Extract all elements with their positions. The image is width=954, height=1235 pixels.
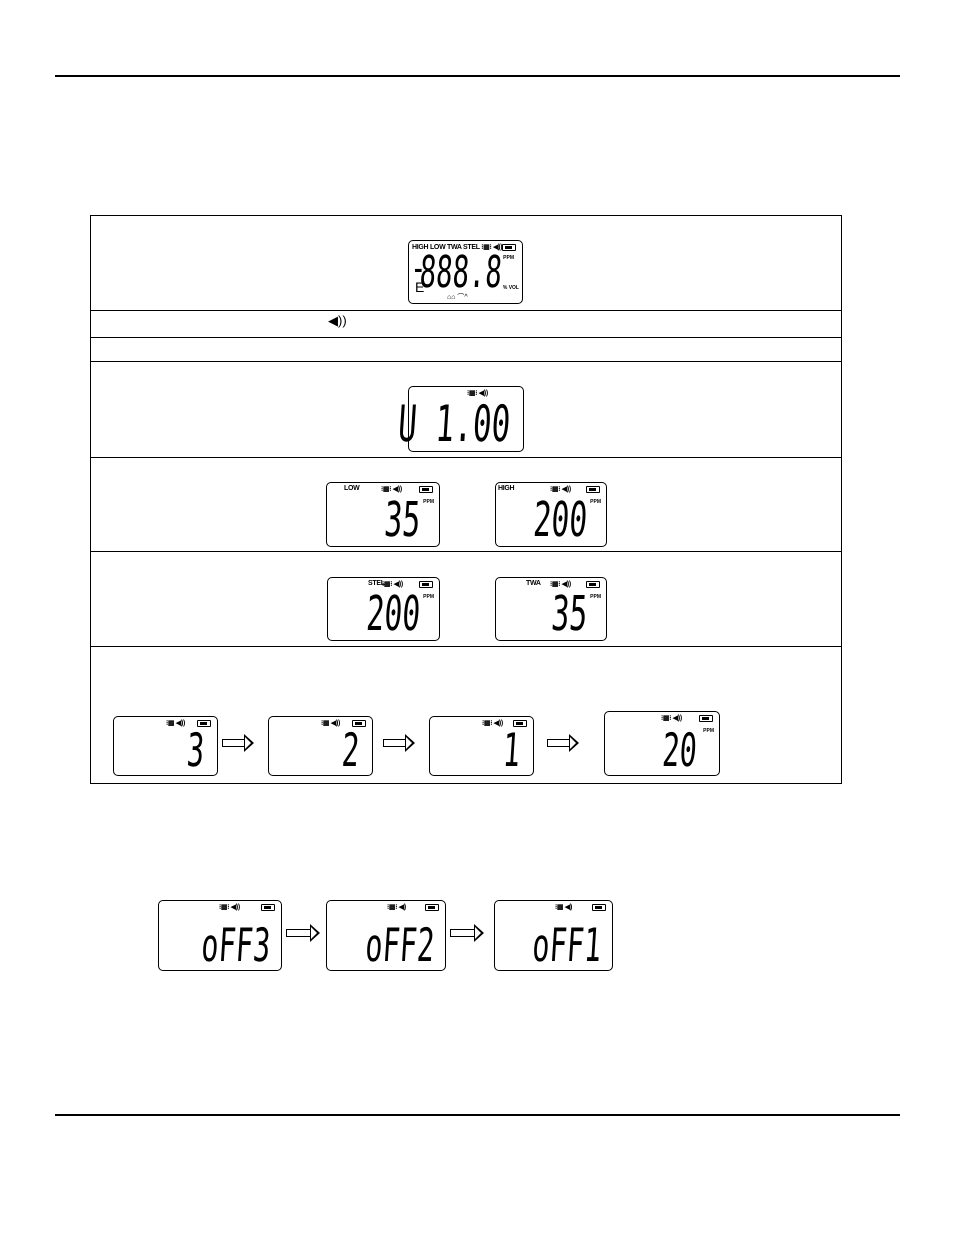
lcd-digits: oFF2 [364, 918, 437, 972]
lcd-digits: 35 [549, 586, 590, 642]
row-divider [91, 361, 841, 362]
row-divider [91, 310, 841, 311]
indicator-labels: ⁝▦ ◀) [555, 904, 572, 911]
right-arrow-icon [450, 924, 484, 942]
lcd-digits: 888.8 [417, 247, 504, 298]
ppm-unit: PPM [503, 255, 514, 261]
indicator-labels: ⁝▦ ◀)) [166, 720, 186, 727]
battery-icon [592, 904, 606, 911]
vol-unit: % VOL [502, 285, 519, 291]
right-arrow-icon [286, 924, 320, 942]
lcd-off-countdown: ⁝▦⁝ ◀)) oFF3 [158, 900, 282, 972]
battery-icon [261, 904, 275, 911]
mode-label: LOW [344, 485, 360, 492]
lcd-digits: 2 [340, 723, 362, 777]
lcd-digits: 200 [531, 492, 590, 548]
lcd-digits: U 1.00 [396, 395, 513, 453]
lcd-digits: oFF1 [531, 918, 604, 972]
ppm-unit: PPM [423, 594, 434, 600]
manual-page: ◀)) HIGH LOW TWA STEL ⁝▦⁝ ◀)) PPM % VOL … [0, 0, 954, 1235]
lcd-alarm-high: HIGH ⁝▦⁝ ◀)) PPM 200 [495, 482, 607, 548]
ppm-unit: PPM [590, 594, 601, 600]
indicator-labels: ⁝▦⁝ ◀)) [219, 904, 240, 911]
lcd-countdown: ⁝▦⁝ ◀)) PPM 20 [604, 711, 720, 777]
right-arrow-icon [547, 734, 579, 752]
lcd-alarm-low: LOW ⁝▦⁝ ◀)) PPM 35 [326, 482, 440, 548]
lcd-digits: 3 [185, 723, 207, 777]
battery-icon [425, 904, 439, 911]
battery-icon [502, 244, 516, 251]
ppm-unit: PPM [423, 499, 434, 505]
lcd-all-segments: HIGH LOW TWA STEL ⁝▦⁝ ◀)) PPM % VOL - E … [408, 240, 523, 304]
ppm-unit: PPM [590, 499, 601, 505]
battery-icon [699, 715, 713, 722]
right-arrow-icon [222, 734, 254, 752]
indicator-labels: ⁝▦⁝ ◀) [387, 904, 406, 911]
indicator-labels: ⁝▦⁝ ◀)) [482, 720, 503, 727]
lcd-alarm-stel: STEL ⁝▦⁝ ◀)) PPM 200 [327, 577, 440, 642]
lcd-alarm-twa: TWA ⁝▦⁝ ◀)) PPM 35 [495, 577, 607, 642]
lcd-off-countdown: ⁝▦ ◀) oFF1 [494, 900, 613, 972]
row-divider [91, 551, 841, 552]
bottom-icons: ⌂⌂ ⌒^ [447, 294, 468, 301]
row-divider [91, 337, 841, 338]
row-divider [91, 646, 841, 647]
lcd-countdown: ⁝▦⁝ ◀)) 1 [429, 716, 534, 777]
indicator-labels: ⁝▦ ◀)) [321, 720, 341, 727]
row-divider [91, 457, 841, 458]
lcd-countdown: ⁝▦ ◀)) 3 [113, 716, 218, 777]
right-arrow-icon [383, 734, 415, 752]
lcd-digits: 20 [660, 723, 699, 777]
mode-label: TWA [526, 580, 541, 587]
lcd-version: ⁝▦⁝ ◀)) U 1.00 [397, 386, 524, 453]
lcd-digits: 35 [382, 492, 423, 548]
indicator-labels: ⁝▦⁝ ◀)) [661, 715, 682, 722]
mode-label: HIGH [498, 485, 515, 492]
lcd-countdown: ⁝▦ ◀)) 2 [268, 716, 373, 777]
lcd-digits: 1 [501, 723, 523, 777]
ppm-unit: PPM [703, 728, 714, 734]
lcd-digits: oFF3 [200, 918, 273, 972]
lcd-off-countdown: ⁝▦⁝ ◀) oFF2 [326, 900, 446, 972]
header-rule [55, 75, 900, 77]
footer-rule [55, 1114, 900, 1116]
speaker-icon: ◀)) [328, 313, 347, 328]
lcd-digits: 200 [364, 586, 423, 642]
